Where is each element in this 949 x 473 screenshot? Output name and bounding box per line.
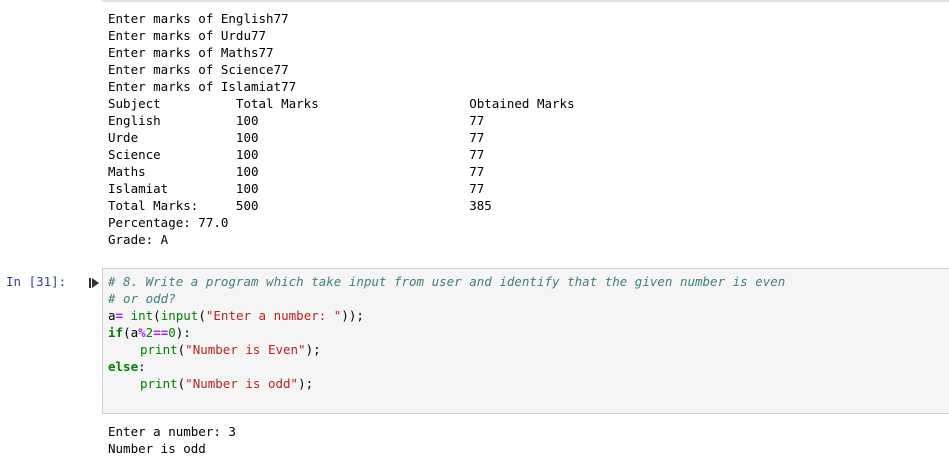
code-token: )); [341, 308, 364, 323]
code-line-5: print("Number is Even"); [140, 341, 321, 358]
code-token: print [140, 376, 178, 391]
output-table-row: Islamiat 100 77 [108, 181, 485, 196]
code-token: else [108, 359, 139, 374]
code-token: input [160, 308, 199, 323]
code-token: = [115, 308, 124, 323]
run-cell-icon[interactable] [89, 278, 99, 288]
code-line-6: else: [108, 358, 146, 375]
cell-prompt: In [31]: [6, 274, 67, 289]
output-percentage: Percentage: 77.0 [108, 215, 229, 230]
code-token: : [138, 359, 146, 374]
cell-output-line: Number is odd [108, 441, 206, 456]
code-token: ); [298, 376, 314, 391]
code-token: ( [123, 325, 131, 340]
code-token: 0 [168, 325, 176, 340]
code-line-2: # or odd? [108, 290, 176, 307]
code-token: == [153, 325, 169, 340]
code-line-1: # 8. Write a program which take input fr… [108, 273, 785, 290]
output-line: Enter marks of English77 [108, 11, 289, 26]
output-table-row: Science 100 77 [108, 147, 485, 162]
code-token: "Enter a number: " [205, 308, 342, 323]
code-token: "Number is Even" [185, 342, 306, 357]
previous-cell-border [102, 0, 949, 2]
code-line-7: print("Number is odd"); [140, 375, 313, 392]
output-table-row: Urde 100 77 [108, 130, 485, 145]
output-line: Enter marks of Maths77 [108, 45, 274, 60]
code-line-4: if(a%2==0): [108, 324, 191, 341]
output-line: Enter marks of Science77 [108, 62, 289, 77]
code-token: ( [153, 308, 161, 323]
code-token: ): [175, 325, 191, 340]
cell-output-line: Enter a number: 3 [108, 424, 236, 439]
output-table-header: Subject Total Marks Obtained Marks [108, 96, 575, 111]
code-token: if [108, 325, 124, 340]
output-line: Enter marks of Urdu77 [108, 28, 267, 43]
code-token: "Number is odd" [185, 376, 299, 391]
code-token: % [138, 325, 146, 340]
output-grade: Grade: A [108, 232, 169, 247]
code-comment: # or odd? [108, 291, 176, 306]
code-line-3: a= int(input("Enter a number: ")); [108, 307, 364, 324]
code-comment: # 8. Write a program which take input fr… [108, 274, 786, 289]
code-token: a [108, 308, 116, 323]
code-token: print [140, 342, 178, 357]
output-total-row: Total Marks: 500 385 [108, 198, 492, 213]
code-token: ( [198, 308, 206, 323]
output-table-row: Maths 100 77 [108, 164, 485, 179]
output-table-row: English 100 77 [108, 113, 485, 128]
code-token: ); [305, 342, 321, 357]
output-line: Enter marks of Islamiat77 [108, 79, 297, 94]
code-token: a [130, 325, 139, 340]
code-token: int [130, 308, 154, 323]
